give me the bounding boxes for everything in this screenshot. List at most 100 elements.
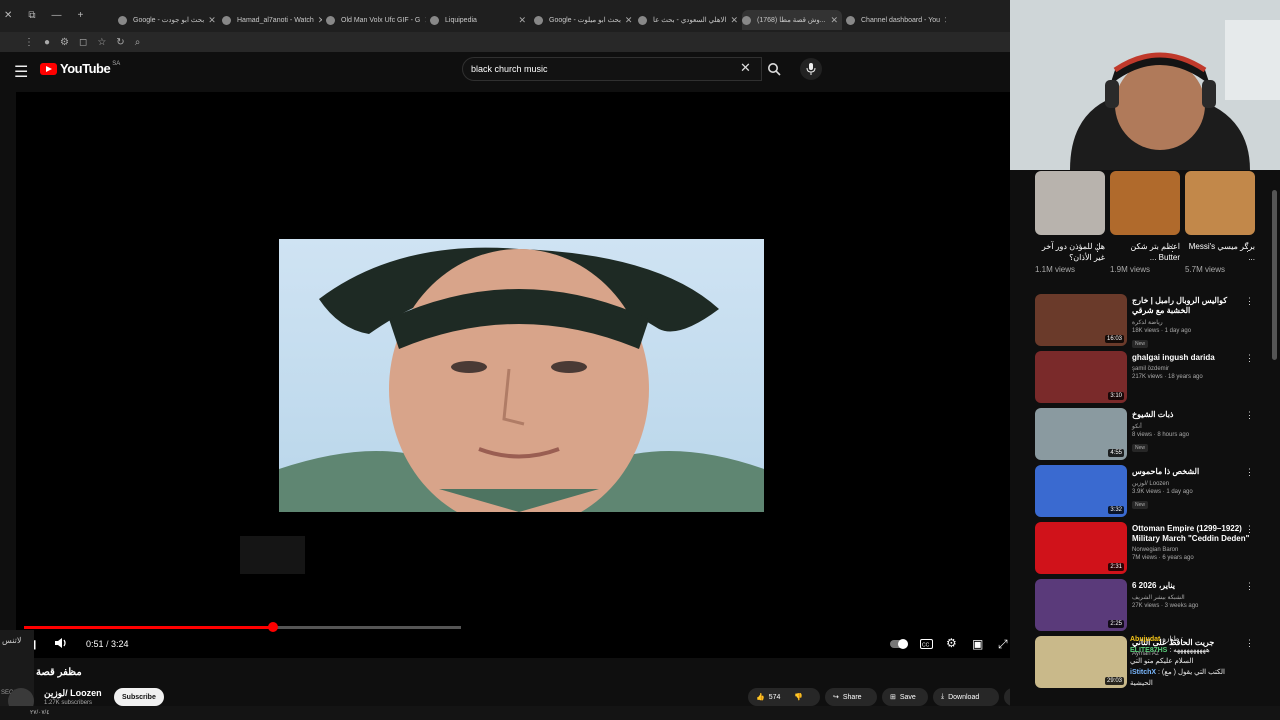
video-thumbnail[interactable]: 16:03: [1035, 294, 1127, 346]
short-views: 1.9M views: [1110, 265, 1151, 274]
extensions-icon[interactable]: ⚙: [60, 37, 69, 48]
short-item[interactable]: برگر ميسي Messi's ... 5.7M views: [1185, 171, 1255, 274]
browser-tab[interactable]: Hamad_al7anoti - Watch ✕: [222, 10, 322, 30]
video-channel[interactable]: Norwegian Baron: [1132, 547, 1250, 553]
video-title-link[interactable]: Ottoman Empire (1299–1922) Military Marc…: [1132, 524, 1250, 544]
related-video-item[interactable]: 3:10 ghalgai ingush darida şamil özdemir 21…: [1035, 351, 1270, 405]
zoom-icon[interactable]: ⌕: [135, 37, 141, 48]
reload-icon[interactable]: ↻: [116, 37, 124, 48]
video-more-icon[interactable]: ⋮: [1245, 524, 1254, 535]
video-title-link[interactable]: ذبات الشيوخ: [1132, 410, 1250, 420]
video-more-icon[interactable]: ⋮: [1245, 296, 1254, 307]
tab-label: Channel dashboard - You: [861, 16, 941, 24]
browser-tab[interactable]: Liquipedia ✕: [430, 10, 530, 30]
youtube-logo[interactable]: YouTube SA: [40, 61, 120, 76]
short-thumbnail[interactable]: [1185, 171, 1255, 235]
dislike-icon[interactable]: 👎: [794, 693, 803, 701]
settings-gear-icon[interactable]: ⚙: [946, 636, 957, 650]
voice-search-button[interactable]: [800, 58, 822, 80]
download-button[interactable]: ⤓ Download: [933, 688, 999, 706]
video-title-link[interactable]: 6 يناير، 2026: [1132, 581, 1250, 591]
profile-icon[interactable]: ●: [44, 37, 50, 48]
browser-tab[interactable]: (1768) وش قصة مطا... ✕: [742, 10, 842, 30]
related-video-item[interactable]: 2:31 Ottoman Empire (1299–1922) Military …: [1035, 522, 1270, 576]
close-window-icon[interactable]: ✕: [4, 10, 12, 21]
tab-search-icon[interactable]: ⧉: [28, 10, 35, 21]
video-channel[interactable]: şamil özdemir: [1132, 366, 1250, 372]
video-channel[interactable]: رياضة لدكرة: [1132, 319, 1250, 326]
download-icon: ⤓: [941, 693, 945, 700]
browser-tab[interactable]: Old Man Volx Ufc GIF - G✕: [326, 10, 426, 30]
video-thumbnail[interactable]: 3:10: [1035, 351, 1127, 403]
short-more-icon[interactable]: ⋮: [1168, 243, 1177, 254]
browser-tab[interactable]: Google - بحث ابو ميلوت ✕: [534, 10, 634, 30]
browser-tab[interactable]: Channel dashboard - You✕: [846, 10, 946, 30]
related-video-item[interactable]: 4:55 ذبات الشيوخ أنكو 8 views · 8 hours ago…: [1035, 408, 1270, 462]
video-thumbnail[interactable]: 3:32: [1035, 465, 1127, 517]
faded-thumbnail: [240, 536, 305, 574]
video-thumbnail[interactable]: 2:25: [1035, 579, 1127, 631]
search-button[interactable]: [762, 57, 786, 81]
short-thumbnail[interactable]: [1035, 171, 1105, 235]
miniplayer-icon[interactable]: ▣: [972, 637, 983, 651]
download-label: Download: [948, 693, 980, 701]
tab-close-icon[interactable]: ✕: [204, 15, 218, 26]
like-icon[interactable]: 👍: [756, 693, 765, 701]
channel-name[interactable]: لوزين/ Loozen: [44, 688, 102, 699]
hamburger-menu-icon[interactable]: ☰: [14, 62, 28, 82]
save-label: Save: [899, 693, 916, 701]
video-more-icon[interactable]: ⋮: [1245, 581, 1254, 592]
short-thumbnail[interactable]: [1110, 171, 1180, 235]
progress-played[interactable]: [24, 626, 274, 629]
related-video-item[interactable]: 2:25 6 يناير، 2026 الشبكة بيشر الشريف 27K v…: [1035, 579, 1270, 633]
video-channel[interactable]: لوزين/ Loozen: [1132, 480, 1250, 487]
video-channel[interactable]: أنكو: [1132, 423, 1250, 430]
tab-close-icon[interactable]: ✕: [726, 15, 738, 26]
save-button[interactable]: ⊞ Save: [882, 688, 928, 706]
related-video-item[interactable]: 16:03 كواليس الروبال رامبل | خارج الخشبة …: [1035, 294, 1270, 348]
short-more-icon[interactable]: ⋮: [1093, 243, 1102, 254]
video-title-link[interactable]: الشخص ذا ماحموس: [1132, 467, 1250, 477]
tab-favicon-icon: [742, 15, 751, 25]
short-more-icon[interactable]: ⋮: [1243, 243, 1252, 254]
more-icon[interactable]: ⋮: [24, 37, 34, 48]
tab-close-icon[interactable]: ✕: [514, 15, 530, 26]
share-button[interactable]: ↪ Share: [825, 688, 877, 706]
tab-close-icon[interactable]: ✕: [826, 15, 842, 26]
subscribe-button[interactable]: Subscribe: [114, 688, 164, 706]
video-thumbnail[interactable]: 29:03: [1035, 636, 1127, 688]
clear-search-icon[interactable]: ✕: [740, 60, 751, 76]
browser-tab[interactable]: Google - بحث ابو جودت ✕: [118, 10, 218, 30]
search-input[interactable]: black church music: [462, 57, 762, 81]
tab-close-icon[interactable]: ✕: [314, 15, 322, 26]
minimize-icon[interactable]: —: [52, 10, 62, 21]
video-more-icon[interactable]: ⋮: [1245, 410, 1254, 421]
browser-tab[interactable]: الاهلي السعودي - بحث عا ✕: [638, 10, 738, 30]
related-video-item[interactable]: 3:32 الشخص ذا ماحموس لوزين/ Loozen 3.9K vie…: [1035, 465, 1270, 519]
sidebar-scrollbar[interactable]: [1272, 190, 1277, 360]
screenshot-icon[interactable]: ◻: [79, 37, 87, 48]
video-more-icon[interactable]: ⋮: [1245, 353, 1254, 364]
like-count[interactable]: 574: [769, 694, 781, 701]
volume-icon[interactable]: [54, 637, 68, 652]
fullscreen-icon[interactable]: ⤢: [998, 637, 1008, 652]
new-tab-icon[interactable]: +: [78, 10, 84, 21]
video-more-icon[interactable]: ⋮: [1245, 467, 1254, 478]
video-title-link[interactable]: كواليس الروبال رامبل | خارج الخشبة مع شر…: [1132, 296, 1250, 316]
video-title-link[interactable]: ghalgai ingush darida: [1132, 353, 1250, 363]
tab-close-icon[interactable]: ✕: [420, 15, 426, 26]
chat-user: ELITE87HS: [1130, 647, 1168, 654]
chat-text: الحيشية: [1130, 680, 1153, 687]
tab-close-icon[interactable]: ✕: [940, 15, 946, 26]
short-item[interactable]: هل للمؤذن دور آخر غير الأذان؟ 1.1M views: [1035, 171, 1105, 274]
video-channel[interactable]: الشبكة بيشر الشريف: [1132, 594, 1250, 601]
new-badge: New: [1132, 340, 1149, 348]
tab-favicon-icon: [638, 15, 647, 25]
short-item[interactable]: اعظم بتر شكن Butter ... 1.9M views: [1110, 171, 1180, 274]
video-thumbnail[interactable]: 2:31: [1035, 522, 1127, 574]
tab-close-icon[interactable]: ✕: [621, 15, 634, 26]
captions-icon[interactable]: CC: [920, 638, 933, 652]
star-icon[interactable]: ☆: [97, 37, 106, 48]
video-thumbnail[interactable]: 4:55: [1035, 408, 1127, 460]
autoplay-toggle[interactable]: [890, 638, 908, 652]
